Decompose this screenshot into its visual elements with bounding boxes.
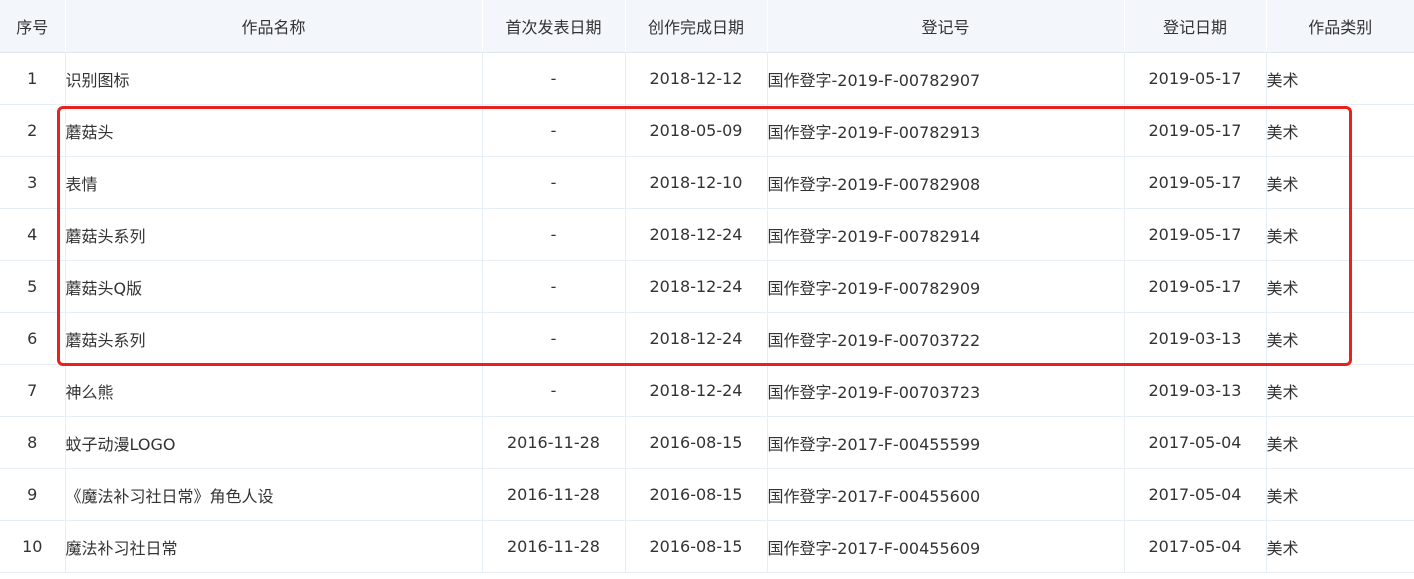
cell-first-pub-date: - bbox=[482, 260, 626, 313]
cell-index: 8 bbox=[0, 416, 66, 469]
cell-index: 4 bbox=[0, 208, 66, 261]
cell-reg-date: 2019-05-17 bbox=[1124, 208, 1267, 261]
table-row[interactable]: 9 《魔法补习社日常》角色人设 2016-11-28 2016-08-15 国作登字-2… bbox=[0, 468, 1414, 521]
header-reg-no[interactable]: 登记号 bbox=[767, 0, 1125, 53]
table-row[interactable]: 6 蘑菇头系列 -2018-12-24 国作登字-2019-F-00703722 201… bbox=[0, 312, 1414, 365]
cell-index: 3 bbox=[0, 156, 66, 209]
cell-completed-date: 2018-12-10 bbox=[625, 156, 768, 209]
cell-index: 1 bbox=[0, 52, 66, 105]
cell-name: 识别图标 bbox=[65, 52, 483, 105]
cell-completed-date: 2018-12-24 bbox=[625, 260, 768, 313]
cell-category: 美术 bbox=[1266, 468, 1414, 521]
cell-index: 2 bbox=[0, 104, 66, 157]
cell-first-pub-date: - bbox=[482, 312, 626, 365]
cell-completed-date: 2018-05-09 bbox=[625, 104, 768, 157]
cell-completed-date: 2018-12-24 bbox=[625, 208, 768, 261]
table-header: 序号 作品名称 首次发表日期 创作完成日期 登记号 登记日期 作品类别 bbox=[0, 0, 1414, 53]
cell-first-pub-date: 2016-11-28 bbox=[482, 468, 626, 521]
cell-reg-no: 国作登字-2019-F-00782914 bbox=[767, 208, 1125, 261]
cell-first-pub-date: - bbox=[482, 52, 626, 105]
cell-name: 魔法补习社日常 bbox=[65, 520, 483, 573]
header-category[interactable]: 作品类别 bbox=[1266, 0, 1414, 53]
cell-category: 美术 bbox=[1266, 364, 1414, 417]
copyright-table: 序号 作品名称 首次发表日期 创作完成日期 登记号 登记日期 作品类别 1 识别图… bbox=[0, 0, 1414, 573]
header-first-pub-date[interactable]: 首次发表日期 bbox=[482, 0, 626, 53]
cell-reg-date: 2017-05-04 bbox=[1124, 520, 1267, 573]
cell-name: 蘑菇头 bbox=[65, 104, 483, 157]
cell-reg-date: 2017-05-04 bbox=[1124, 468, 1267, 521]
table-row[interactable]: 7 神么熊 -2018-12-24 国作登字-2019-F-00703723 2019-… bbox=[0, 364, 1414, 417]
cell-category: 美术 bbox=[1266, 260, 1414, 313]
cell-first-pub-date: - bbox=[482, 364, 626, 417]
cell-reg-date: 2019-05-17 bbox=[1124, 52, 1267, 105]
header-reg-date[interactable]: 登记日期 bbox=[1124, 0, 1267, 53]
cell-name: 《魔法补习社日常》角色人设 bbox=[65, 468, 483, 521]
cell-reg-no: 国作登字-2017-F-00455609 bbox=[767, 520, 1125, 573]
cell-completed-date: 2018-12-24 bbox=[625, 364, 768, 417]
cell-first-pub-date: - bbox=[482, 156, 626, 209]
cell-reg-no: 国作登字-2019-F-00782913 bbox=[767, 104, 1125, 157]
header-completed-date[interactable]: 创作完成日期 bbox=[625, 0, 768, 53]
cell-index: 5 bbox=[0, 260, 66, 313]
cell-reg-no: 国作登字-2019-F-00703723 bbox=[767, 364, 1125, 417]
cell-reg-no: 国作登字-2019-F-00703722 bbox=[767, 312, 1125, 365]
table-row[interactable]: 2 蘑菇头 -2018-05-09 国作登字-2019-F-00782913 2019-… bbox=[0, 104, 1414, 157]
cell-first-pub-date: - bbox=[482, 104, 626, 157]
table-row[interactable]: 4 蘑菇头系列 -2018-12-24 国作登字-2019-F-00782914 201… bbox=[0, 208, 1414, 261]
cell-name: 蘑菇头系列 bbox=[65, 312, 483, 365]
cell-category: 美术 bbox=[1266, 104, 1414, 157]
table-body: 1 识别图标 -2018-12-12 国作登字-2019-F-00782907 2019… bbox=[0, 52, 1414, 573]
header-index[interactable]: 序号 bbox=[0, 0, 66, 53]
cell-reg-no: 国作登字-2019-F-00782909 bbox=[767, 260, 1125, 313]
cell-index: 9 bbox=[0, 468, 66, 521]
cell-name: 蚊子动漫LOGO bbox=[65, 416, 483, 469]
cell-completed-date: 2016-08-15 bbox=[625, 416, 768, 469]
cell-first-pub-date: - bbox=[482, 208, 626, 261]
cell-reg-date: 2019-05-17 bbox=[1124, 104, 1267, 157]
cell-reg-date: 2019-03-13 bbox=[1124, 312, 1267, 365]
cell-reg-date: 2019-05-17 bbox=[1124, 260, 1267, 313]
cell-index: 6 bbox=[0, 312, 66, 365]
cell-completed-date: 2018-12-12 bbox=[625, 52, 768, 105]
cell-first-pub-date: 2016-11-28 bbox=[482, 520, 626, 573]
table-row[interactable]: 1 识别图标 -2018-12-12 国作登字-2019-F-00782907 2019… bbox=[0, 52, 1414, 105]
cell-completed-date: 2018-12-24 bbox=[625, 312, 768, 365]
cell-category: 美术 bbox=[1266, 520, 1414, 573]
header-row: 序号 作品名称 首次发表日期 创作完成日期 登记号 登记日期 作品类别 bbox=[0, 0, 1414, 53]
cell-index: 10 bbox=[0, 520, 66, 573]
cell-reg-date: 2019-05-17 bbox=[1124, 156, 1267, 209]
cell-category: 美术 bbox=[1266, 416, 1414, 469]
cell-category: 美术 bbox=[1266, 312, 1414, 365]
table-row[interactable]: 3 表情 -2018-12-10 国作登字-2019-F-00782908 2019-0… bbox=[0, 156, 1414, 209]
cell-name: 蘑菇头Q版 bbox=[65, 260, 483, 313]
cell-category: 美术 bbox=[1266, 52, 1414, 105]
cell-reg-no: 国作登字-2017-F-00455600 bbox=[767, 468, 1125, 521]
cell-name: 表情 bbox=[65, 156, 483, 209]
cell-reg-date: 2019-03-13 bbox=[1124, 364, 1267, 417]
cell-category: 美术 bbox=[1266, 208, 1414, 261]
cell-reg-date: 2017-05-04 bbox=[1124, 416, 1267, 469]
cell-name: 神么熊 bbox=[65, 364, 483, 417]
cell-name: 蘑菇头系列 bbox=[65, 208, 483, 261]
cell-category: 美术 bbox=[1266, 156, 1414, 209]
header-name[interactable]: 作品名称 bbox=[65, 0, 483, 53]
cell-index: 7 bbox=[0, 364, 66, 417]
cell-completed-date: 2016-08-15 bbox=[625, 468, 768, 521]
table-row[interactable]: 10 魔法补习社日常 2016-11-28 2016-08-15 国作登字-2017-F… bbox=[0, 520, 1414, 573]
cell-reg-no: 国作登字-2019-F-00782907 bbox=[767, 52, 1125, 105]
table-row[interactable]: 8 蚊子动漫LOGO 2016-11-28 2016-08-15 国作登字-2017-F… bbox=[0, 416, 1414, 469]
cell-first-pub-date: 2016-11-28 bbox=[482, 416, 626, 469]
cell-reg-no: 国作登字-2019-F-00782908 bbox=[767, 156, 1125, 209]
table-row[interactable]: 5 蘑菇头Q版 -2018-12-24 国作登字-2019-F-00782909 201… bbox=[0, 260, 1414, 313]
cell-reg-no: 国作登字-2017-F-00455599 bbox=[767, 416, 1125, 469]
cell-completed-date: 2016-08-15 bbox=[625, 520, 768, 573]
